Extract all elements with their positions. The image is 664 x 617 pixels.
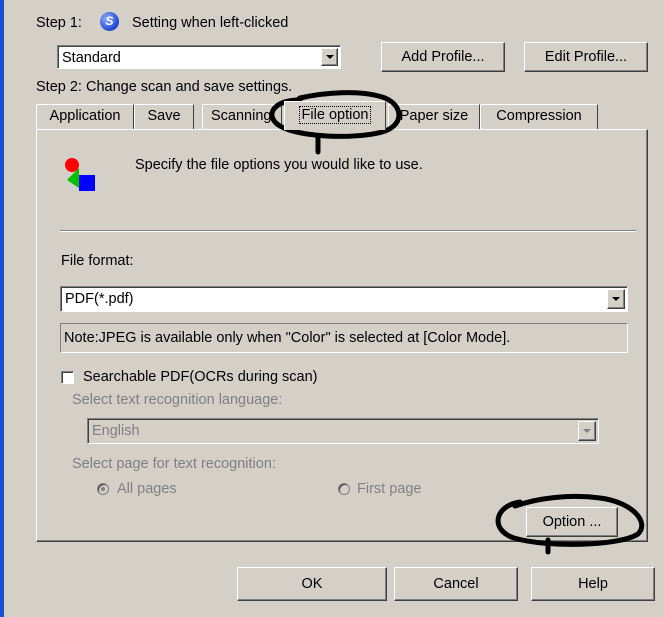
tab-label: Application — [49, 108, 121, 124]
scansnap-manager-icon: S — [100, 12, 119, 31]
first-page-radio[interactable] — [338, 483, 350, 495]
searchable-pdf-checkbox[interactable] — [61, 371, 74, 384]
cancel-button[interactable]: Cancel — [394, 567, 518, 601]
jpeg-note: Note:JPEG is available only when "Color"… — [60, 323, 628, 353]
first-page-label: First page — [357, 481, 422, 497]
tab-compression[interactable]: Compression — [480, 104, 598, 129]
chevron-down-icon[interactable] — [607, 289, 625, 309]
step1-label: Step 1: — [36, 15, 82, 31]
help-button[interactable]: Help — [531, 567, 655, 601]
window-edge — [0, 0, 4, 617]
searchable-pdf-label[interactable]: Searchable PDF(OCRs during scan) — [83, 368, 318, 386]
tab-label: Scanning — [211, 108, 272, 124]
chevron-down-icon[interactable] — [578, 421, 596, 441]
language-label: Select text recognition language: — [72, 392, 283, 408]
all-pages-label: All pages — [117, 481, 177, 497]
step2-label: Step 2: Change scan and save settings. — [36, 79, 293, 95]
tab-application[interactable]: Application — [36, 104, 134, 129]
ok-button[interactable]: OK — [237, 567, 387, 601]
tab-label: Paper size — [399, 108, 469, 124]
tab-label: File option — [298, 106, 372, 124]
tab-file-option[interactable]: File option — [284, 101, 386, 130]
language-value: English — [92, 423, 140, 439]
edit-profile-button[interactable]: Edit Profile... — [524, 42, 648, 72]
profile-combo[interactable]: Standard — [57, 45, 341, 69]
tab-label: Compression — [496, 108, 582, 124]
tab-save[interactable]: Save — [134, 104, 194, 129]
file-format-value: PDF(*.pdf) — [65, 291, 134, 307]
language-combo[interactable]: English — [87, 418, 599, 444]
all-pages-radio[interactable] — [97, 483, 109, 495]
tab-label: Save — [147, 108, 181, 124]
page-select-label: Select page for text recognition: — [72, 456, 276, 472]
tab-paper-size[interactable]: Paper size — [388, 104, 480, 129]
tab-scanning[interactable]: Scanning — [202, 104, 282, 129]
file-format-label: File format: — [61, 253, 134, 269]
chevron-down-icon[interactable] — [321, 48, 338, 66]
profile-value: Standard — [62, 50, 121, 66]
panel-divider — [60, 230, 636, 232]
panel-description: Specify the file options you would like … — [135, 157, 423, 173]
option-button[interactable]: Option ... — [526, 507, 618, 537]
add-profile-button[interactable]: Add Profile... — [381, 42, 505, 72]
file-format-combo[interactable]: PDF(*.pdf) — [60, 286, 628, 312]
left-click-setting-label: Setting when left-clicked — [132, 15, 289, 31]
file-options-icon — [65, 158, 103, 192]
scan-settings-dialog: Step 1: S Setting when left-clicked Stan… — [0, 0, 664, 617]
